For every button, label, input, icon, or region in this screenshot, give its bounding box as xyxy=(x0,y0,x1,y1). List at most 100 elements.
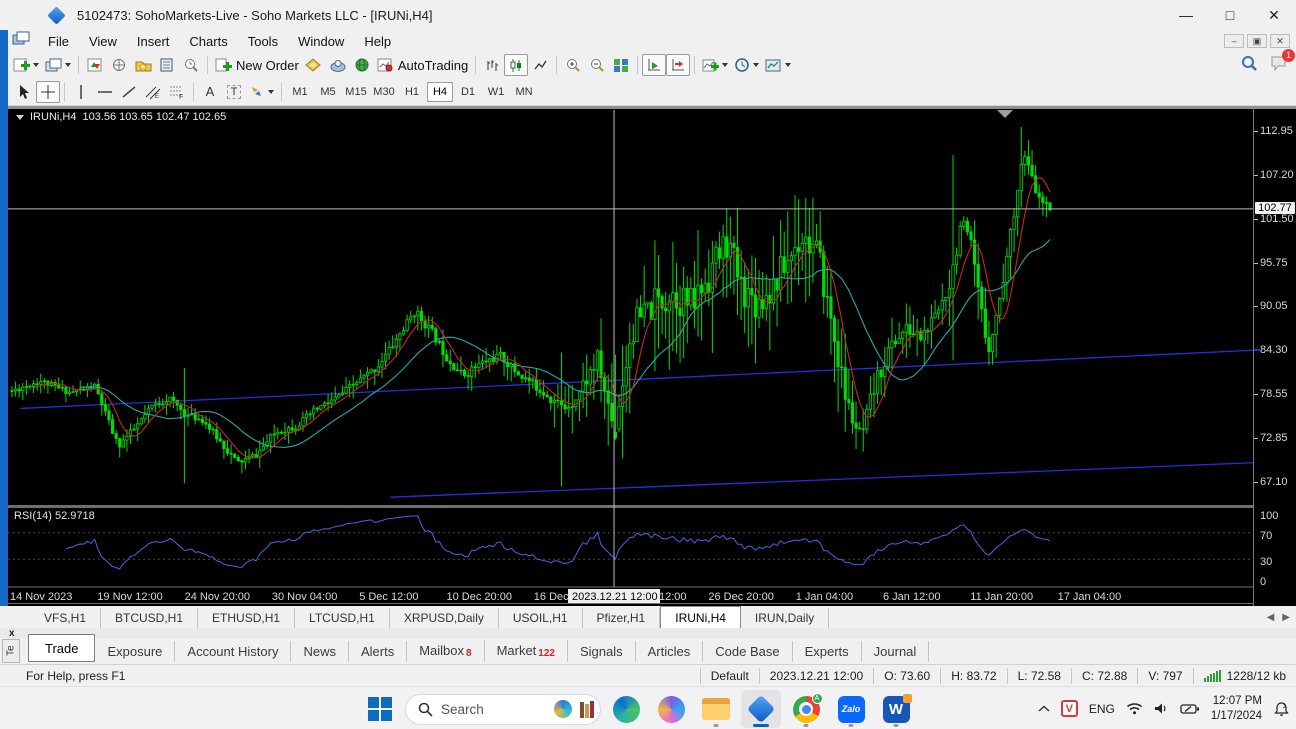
menu-view[interactable]: View xyxy=(79,32,127,51)
webterminal-button[interactable] xyxy=(350,54,374,76)
timeframe-m1[interactable]: M1 xyxy=(287,82,313,102)
start-button[interactable] xyxy=(360,690,400,728)
horizontal-line-button[interactable] xyxy=(93,81,117,103)
tile-windows-button[interactable] xyxy=(609,54,633,76)
navigator-button[interactable] xyxy=(131,54,155,76)
toolbox-tab-experts[interactable]: Experts xyxy=(793,641,862,662)
toolbox-tab-alerts[interactable]: Alerts xyxy=(349,641,407,662)
toolbox-side-tab[interactable]: Te xyxy=(2,639,20,663)
bar-chart-button[interactable] xyxy=(480,54,504,76)
timeframe-m30[interactable]: M30 xyxy=(371,82,397,102)
chart-shift-button[interactable] xyxy=(666,54,690,76)
new-chart-button[interactable] xyxy=(10,54,42,76)
taskbar-file-explorer[interactable] xyxy=(696,690,736,728)
cursor-button[interactable] xyxy=(12,81,36,103)
menu-charts[interactable]: Charts xyxy=(179,32,237,51)
arrows-button[interactable] xyxy=(246,81,277,103)
tray-clock[interactable]: 12:07 PM 1/17/2024 xyxy=(1211,694,1262,724)
taskbar-copilot[interactable] xyxy=(651,690,691,728)
chart-tab-btcusd-h1[interactable]: BTCUSD,H1 xyxy=(101,608,198,628)
menu-help[interactable]: Help xyxy=(354,32,401,51)
chart-tab-usoil-h1[interactable]: USOIL,H1 xyxy=(499,608,583,628)
tray-language[interactable]: ENG xyxy=(1089,702,1115,716)
taskbar-chrome[interactable]: A xyxy=(786,690,826,728)
timeframe-mn[interactable]: MN xyxy=(511,82,537,102)
candlestick-chart-button[interactable] xyxy=(504,54,528,76)
chart-tab-iruni-h4[interactable]: IRUNi,H4 xyxy=(660,606,741,628)
taskbar-zalo[interactable]: Zalo xyxy=(831,690,871,728)
toolbox-tab-signals[interactable]: Signals xyxy=(568,641,636,662)
taskbar-metatrader[interactable] xyxy=(741,690,781,728)
tabs-scroll-right-icon[interactable]: ▶ xyxy=(1282,612,1290,623)
chart-tab-xrpusd-daily[interactable]: XRPUSD,Daily xyxy=(390,608,499,628)
data-window-button[interactable] xyxy=(107,54,131,76)
periods-button[interactable] xyxy=(731,54,762,76)
line-chart-button[interactable] xyxy=(528,54,552,76)
child-minimize-button[interactable]: – xyxy=(1224,34,1244,48)
close-button[interactable]: ✕ xyxy=(1252,0,1296,30)
profiles-button[interactable] xyxy=(42,54,74,76)
chart-tab-vfs-h1[interactable]: VFS,H1 xyxy=(30,608,101,628)
toolbox-tab-code-base[interactable]: Code Base xyxy=(703,641,792,662)
toolbox-tab-account-history[interactable]: Account History xyxy=(175,641,291,662)
toolbox-tab-mailbox[interactable]: Mailbox8 xyxy=(407,640,484,662)
community-button[interactable] xyxy=(326,54,350,76)
channel-button[interactable]: E xyxy=(141,81,165,103)
minimize-button[interactable]: — xyxy=(1164,0,1208,30)
market-watch-button[interactable] xyxy=(83,54,107,76)
child-restore-button[interactable]: ▣ xyxy=(1247,34,1267,48)
menu-tools[interactable]: Tools xyxy=(238,32,288,51)
timeframe-d1[interactable]: D1 xyxy=(455,82,481,102)
menu-insert[interactable]: Insert xyxy=(127,32,180,51)
auto-scroll-button[interactable] xyxy=(642,54,666,76)
toolbox-tab-news[interactable]: News xyxy=(291,641,349,662)
text-button[interactable]: A xyxy=(198,81,222,103)
new-order-button[interactable]: New Order xyxy=(212,54,302,76)
templates-button[interactable] xyxy=(762,54,794,76)
toolbox-tab-market[interactable]: Market122 xyxy=(485,640,568,662)
timeframe-w1[interactable]: W1 xyxy=(483,82,509,102)
maximize-button[interactable]: □ xyxy=(1208,0,1252,30)
chart-tab-ethusd-h1[interactable]: ETHUSD,H1 xyxy=(198,608,295,628)
notification-bell-icon[interactable]: z xyxy=(1273,701,1290,717)
zoom-in-button[interactable] xyxy=(561,54,585,76)
chevron-down-icon[interactable] xyxy=(16,115,24,120)
taskbar-search[interactable]: Search xyxy=(405,694,601,725)
chart-shift-marker[interactable] xyxy=(997,110,1013,118)
timeframe-m5[interactable]: M5 xyxy=(315,82,341,102)
crosshair-button[interactable] xyxy=(36,81,60,103)
tray-v-app-icon[interactable]: V xyxy=(1061,700,1078,717)
fibonacci-button[interactable]: F xyxy=(165,81,189,103)
notifications-icon[interactable]: 1 xyxy=(1270,55,1288,76)
vertical-line-button[interactable] xyxy=(69,81,93,103)
wifi-icon[interactable] xyxy=(1126,702,1143,715)
taskbar-word[interactable]: W xyxy=(876,690,916,728)
taskbar-edge[interactable] xyxy=(606,690,646,728)
chart-tab-irun-daily[interactable]: IRUN,Daily xyxy=(741,608,829,628)
toolbox-tab-exposure[interactable]: Exposure xyxy=(95,641,175,662)
zoom-out-button[interactable] xyxy=(585,54,609,76)
trendline-button[interactable] xyxy=(117,81,141,103)
battery-pen-icon[interactable] xyxy=(1180,703,1200,715)
search-icon[interactable] xyxy=(1241,55,1258,76)
toolbox-tab-trade[interactable]: Trade xyxy=(28,634,95,662)
toolbox-tab-articles[interactable]: Articles xyxy=(636,641,704,662)
price-axis[interactable]: 112.95107.20101.5095.7590.0584.3078.5572… xyxy=(1253,106,1296,606)
tabs-scroll-left-icon[interactable]: ◀ xyxy=(1267,612,1275,623)
text-label-button[interactable]: T xyxy=(222,81,246,103)
menu-window[interactable]: Window xyxy=(288,32,354,51)
terminal-button[interactable] xyxy=(155,54,179,76)
chart-tab-pfizer-h1[interactable]: Pfizer,H1 xyxy=(583,608,661,628)
speaker-icon[interactable] xyxy=(1154,702,1169,715)
metaeditor-button[interactable] xyxy=(302,54,326,76)
toolbox-tab-journal[interactable]: Journal xyxy=(862,641,930,662)
strategy-tester-button[interactable] xyxy=(179,54,203,76)
tray-chevron-up-icon[interactable] xyxy=(1038,705,1050,713)
timeframe-h4[interactable]: H4 xyxy=(427,82,453,102)
child-close-button[interactable]: ✕ xyxy=(1270,34,1290,48)
timeframe-h1[interactable]: H1 xyxy=(399,82,425,102)
autotrading-button[interactable]: AutoTrading xyxy=(374,54,471,76)
indicators-button[interactable] xyxy=(699,54,731,76)
chart-canvas[interactable]: 14 Nov 202319 Nov 12:0024 Nov 20:0030 No… xyxy=(8,106,1253,606)
menu-file[interactable]: File xyxy=(38,32,79,51)
